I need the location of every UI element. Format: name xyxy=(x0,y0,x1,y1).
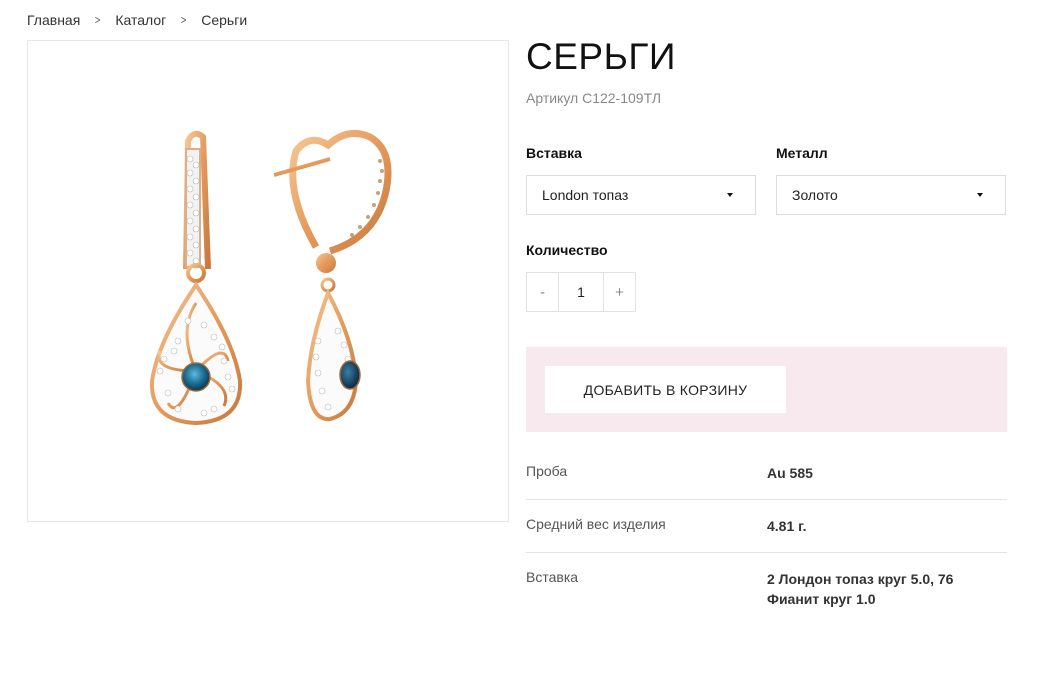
product-sku: Артикул С122-109ТЛ xyxy=(526,90,662,106)
spec-key: Проба xyxy=(526,463,568,479)
metal-select-value: Золото xyxy=(792,187,838,203)
spec-value: 2 Лондон топаз круг 5.0, 76 Фианит круг … xyxy=(767,571,954,607)
product-title: СЕРЬГИ xyxy=(526,36,676,77)
specs-table: Проба Au 585 Средний вес изделия 4.81 г.… xyxy=(526,447,1007,625)
product-image[interactable] xyxy=(27,40,509,522)
breadcrumb-catalog[interactable]: Каталог xyxy=(115,12,166,28)
quantity-label: Количество xyxy=(526,242,608,258)
spec-value: Au 585 xyxy=(767,465,813,481)
spec-row: Проба Au 585 xyxy=(526,447,1007,500)
spec-key: Вставка xyxy=(526,569,579,585)
insert-label: Вставка xyxy=(526,145,582,161)
add-to-cart-button[interactable]: ДОБАВИТЬ В КОРЗИНУ xyxy=(545,366,786,413)
chevron-right-icon: > xyxy=(94,13,101,27)
quantity-increase-button[interactable]: + xyxy=(603,273,635,311)
caret-down-icon xyxy=(977,193,983,197)
earrings-image xyxy=(149,129,392,426)
breadcrumb-current: Серьги xyxy=(201,12,248,28)
cart-panel: ДОБАВИТЬ В КОРЗИНУ xyxy=(526,347,1007,432)
insert-select[interactable]: London топаз xyxy=(526,175,756,215)
insert-select-value: London топаз xyxy=(542,187,629,203)
breadcrumb: Главная > Каталог > Серьги xyxy=(27,12,247,28)
breadcrumb-home[interactable]: Главная xyxy=(27,12,80,28)
chevron-right-icon: > xyxy=(180,13,187,27)
metal-select[interactable]: Золото xyxy=(776,175,1006,215)
metal-label: Металл xyxy=(776,145,828,161)
quantity-input[interactable]: 1 xyxy=(559,273,603,311)
spec-value: 4.81 г. xyxy=(767,518,807,534)
caret-down-icon xyxy=(727,193,733,197)
quantity-decrease-button[interactable]: - xyxy=(527,273,559,311)
quantity-stepper: - 1 + xyxy=(526,272,636,312)
spec-row: Вставка 2 Лондон топаз круг 5.0, 76 Фиан… xyxy=(526,553,1007,625)
spec-row: Средний вес изделия 4.81 г. xyxy=(526,500,1007,553)
spec-key: Средний вес изделия xyxy=(526,516,666,532)
